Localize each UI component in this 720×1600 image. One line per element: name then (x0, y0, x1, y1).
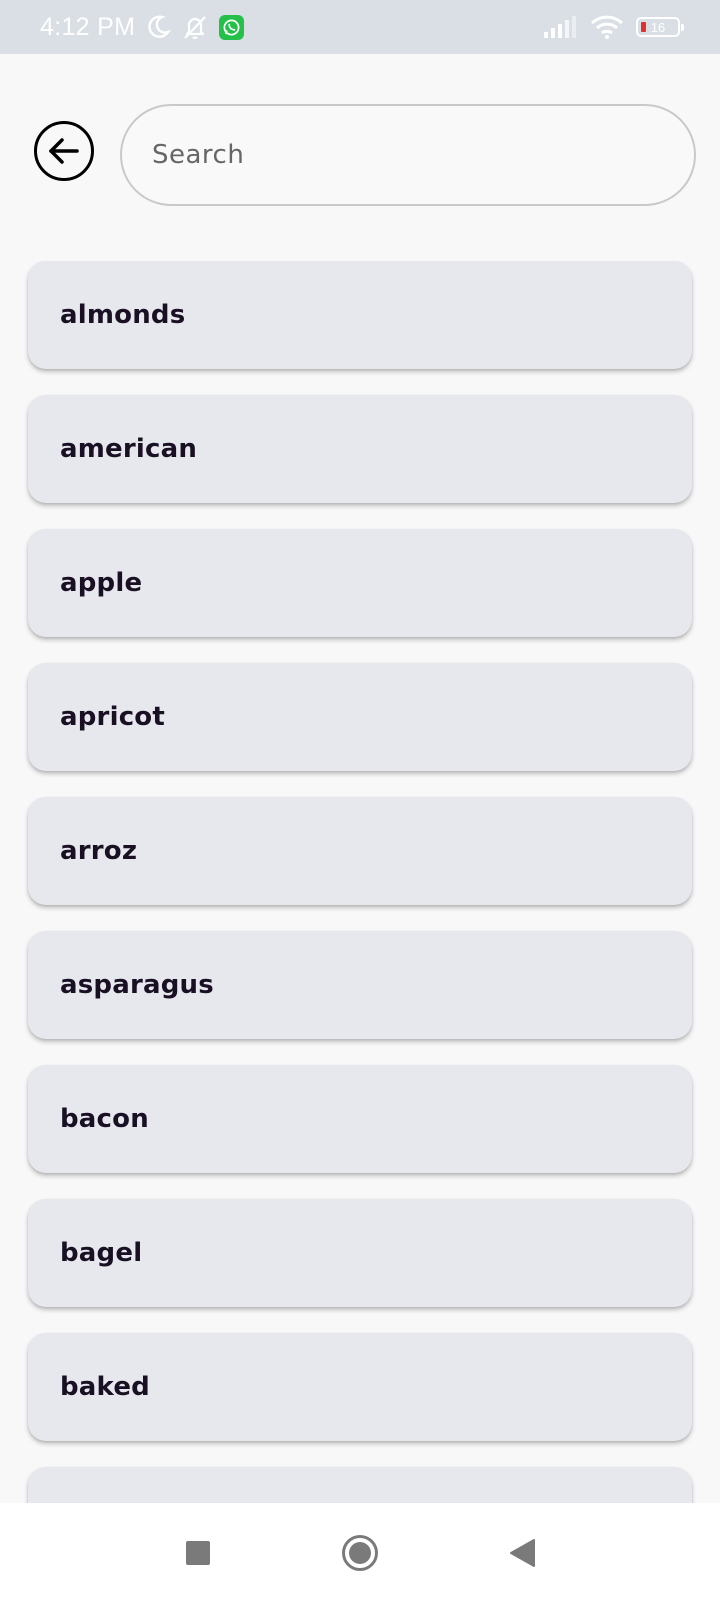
list-item-label: bacon (60, 1104, 149, 1134)
list-item[interactable]: apricot (28, 663, 692, 771)
system-nav-bar (0, 1503, 720, 1600)
recents-button[interactable] (178, 1533, 218, 1573)
list-item[interactable]: apple (28, 529, 692, 637)
battery-icon: 16 (636, 17, 684, 37)
list-item[interactable] (28, 1467, 692, 1503)
back-nav-button[interactable] (502, 1533, 542, 1573)
list-item[interactable]: almonds (28, 261, 692, 369)
home-circle-icon (342, 1535, 378, 1571)
back-button[interactable] (34, 121, 94, 181)
wifi-icon (590, 15, 624, 39)
moon-icon (148, 15, 172, 38)
list-item[interactable]: bacon (28, 1065, 692, 1173)
arrow-left-icon (49, 138, 79, 164)
list-item-label: asparagus (60, 970, 214, 1000)
battery-level: 16 (650, 19, 666, 35)
signal-icon (544, 16, 576, 38)
list-item-label: apricot (60, 702, 165, 732)
back-triangle-icon (510, 1539, 535, 1567)
list-item[interactable]: bagel (28, 1199, 692, 1307)
bell-off-icon (184, 16, 206, 40)
list-item[interactable]: american (28, 395, 692, 503)
search-input[interactable] (152, 140, 694, 170)
status-left-group: 4:12 PM (40, 12, 245, 42)
header (0, 100, 720, 206)
list-item[interactable]: asparagus (28, 931, 692, 1039)
list-item[interactable]: arroz (28, 797, 692, 905)
list-item-label: american (60, 434, 198, 464)
recents-square-icon (186, 1541, 210, 1565)
ingredient-list: almonds american apple apricot arroz asp… (0, 261, 720, 1503)
whatsapp-icon (219, 14, 245, 40)
battery-fill (641, 22, 646, 32)
list-item-label: apple (60, 568, 143, 598)
list-item-label: baked (60, 1372, 150, 1402)
home-button[interactable] (340, 1533, 380, 1573)
list-item[interactable]: baked (28, 1333, 692, 1441)
search-field[interactable] (120, 104, 696, 206)
status-bar: 4:12 PM 16 (0, 0, 720, 54)
list-item-label: almonds (60, 300, 186, 330)
list-item-label: arroz (60, 836, 138, 866)
status-time: 4:12 PM (40, 12, 136, 41)
list-item-label: bagel (60, 1238, 143, 1268)
status-right-group: 16 (542, 14, 684, 40)
